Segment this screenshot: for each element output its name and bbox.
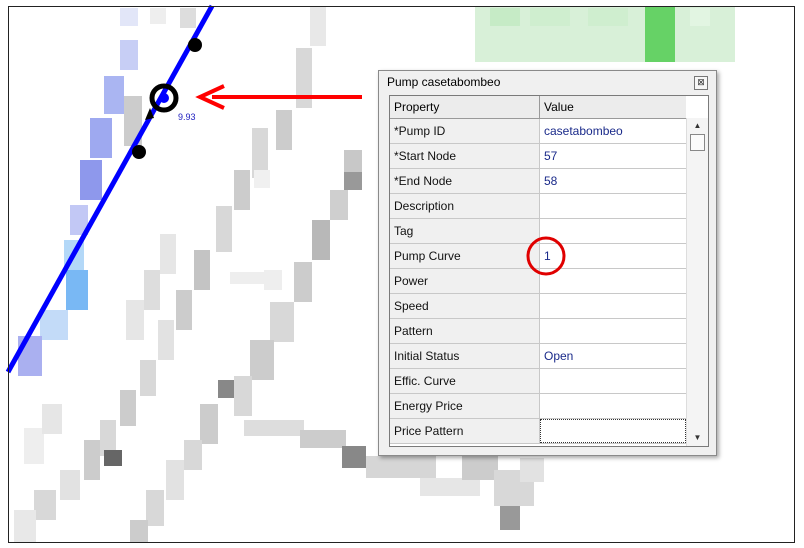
pump-flow-label: 9.93	[178, 112, 196, 122]
property-row[interactable]: Effic. Curve	[390, 369, 686, 394]
property-grid[interactable]: Property Value *Pump ID casetabombeo *Star…	[389, 95, 709, 447]
property-name: Power	[390, 269, 540, 293]
property-row[interactable]: Description	[390, 194, 686, 219]
property-row[interactable]: *End Node 58	[390, 169, 686, 194]
property-name: *Pump ID	[390, 119, 540, 143]
dialog-titlebar[interactable]: Pump casetabombeo ⊠	[379, 71, 716, 93]
property-value[interactable]	[540, 269, 686, 293]
property-name: *End Node	[390, 169, 540, 193]
property-row[interactable]: Initial Status Open	[390, 344, 686, 369]
property-value[interactable]	[540, 294, 686, 318]
property-value[interactable]	[540, 219, 686, 243]
property-row[interactable]: Speed	[390, 294, 686, 319]
property-name: Description	[390, 194, 540, 218]
property-value[interactable]	[540, 194, 686, 218]
property-value[interactable]: 58	[540, 169, 686, 193]
close-icon[interactable]: ⊠	[694, 76, 708, 90]
property-dialog[interactable]: Pump casetabombeo ⊠ Property Value *Pump…	[378, 70, 717, 456]
property-name: Speed	[390, 294, 540, 318]
property-row[interactable]: Tag	[390, 219, 686, 244]
property-value[interactable]: 1	[540, 244, 686, 268]
junction-node-upper[interactable]	[188, 38, 202, 52]
red-arrow	[195, 84, 362, 110]
header-value: Value	[544, 100, 574, 114]
property-row[interactable]: Power	[390, 269, 686, 294]
property-value[interactable]	[540, 419, 686, 443]
property-row[interactable]: Pattern	[390, 319, 686, 344]
property-value[interactable]	[540, 369, 686, 393]
property-value[interactable]: casetabombeo	[540, 119, 686, 143]
property-row[interactable]: *Start Node 57	[390, 144, 686, 169]
property-row[interactable]: Price Pattern	[390, 419, 686, 444]
dialog-title: Pump casetabombeo	[387, 75, 501, 89]
property-name: Tag	[390, 219, 540, 243]
property-value[interactable]	[540, 319, 686, 343]
property-row[interactable]: Pump Curve 1	[390, 244, 686, 269]
property-name: Pump Curve	[390, 244, 540, 268]
property-name: Pattern	[390, 319, 540, 343]
property-name: Energy Price	[390, 394, 540, 418]
scroll-down-icon[interactable]: ▼	[687, 430, 708, 446]
scroll-thumb[interactable]	[690, 134, 705, 151]
property-value[interactable]	[540, 394, 686, 418]
property-row[interactable]: Energy Price	[390, 394, 686, 419]
scroll-up-icon[interactable]: ▲	[687, 118, 708, 134]
property-name: Price Pattern	[390, 419, 540, 443]
property-value[interactable]: Open	[540, 344, 686, 368]
grid-header: Property Value	[390, 96, 686, 119]
property-name: Effic. Curve	[390, 369, 540, 393]
property-name: *Start Node	[390, 144, 540, 168]
junction-node-lower[interactable]	[132, 145, 146, 159]
property-value[interactable]: 57	[540, 144, 686, 168]
property-name: Initial Status	[390, 344, 540, 368]
property-row[interactable]: *Pump ID casetabombeo	[390, 119, 686, 144]
vertical-scrollbar[interactable]: ▲ ▼	[686, 118, 708, 446]
header-property: Property	[390, 96, 540, 118]
